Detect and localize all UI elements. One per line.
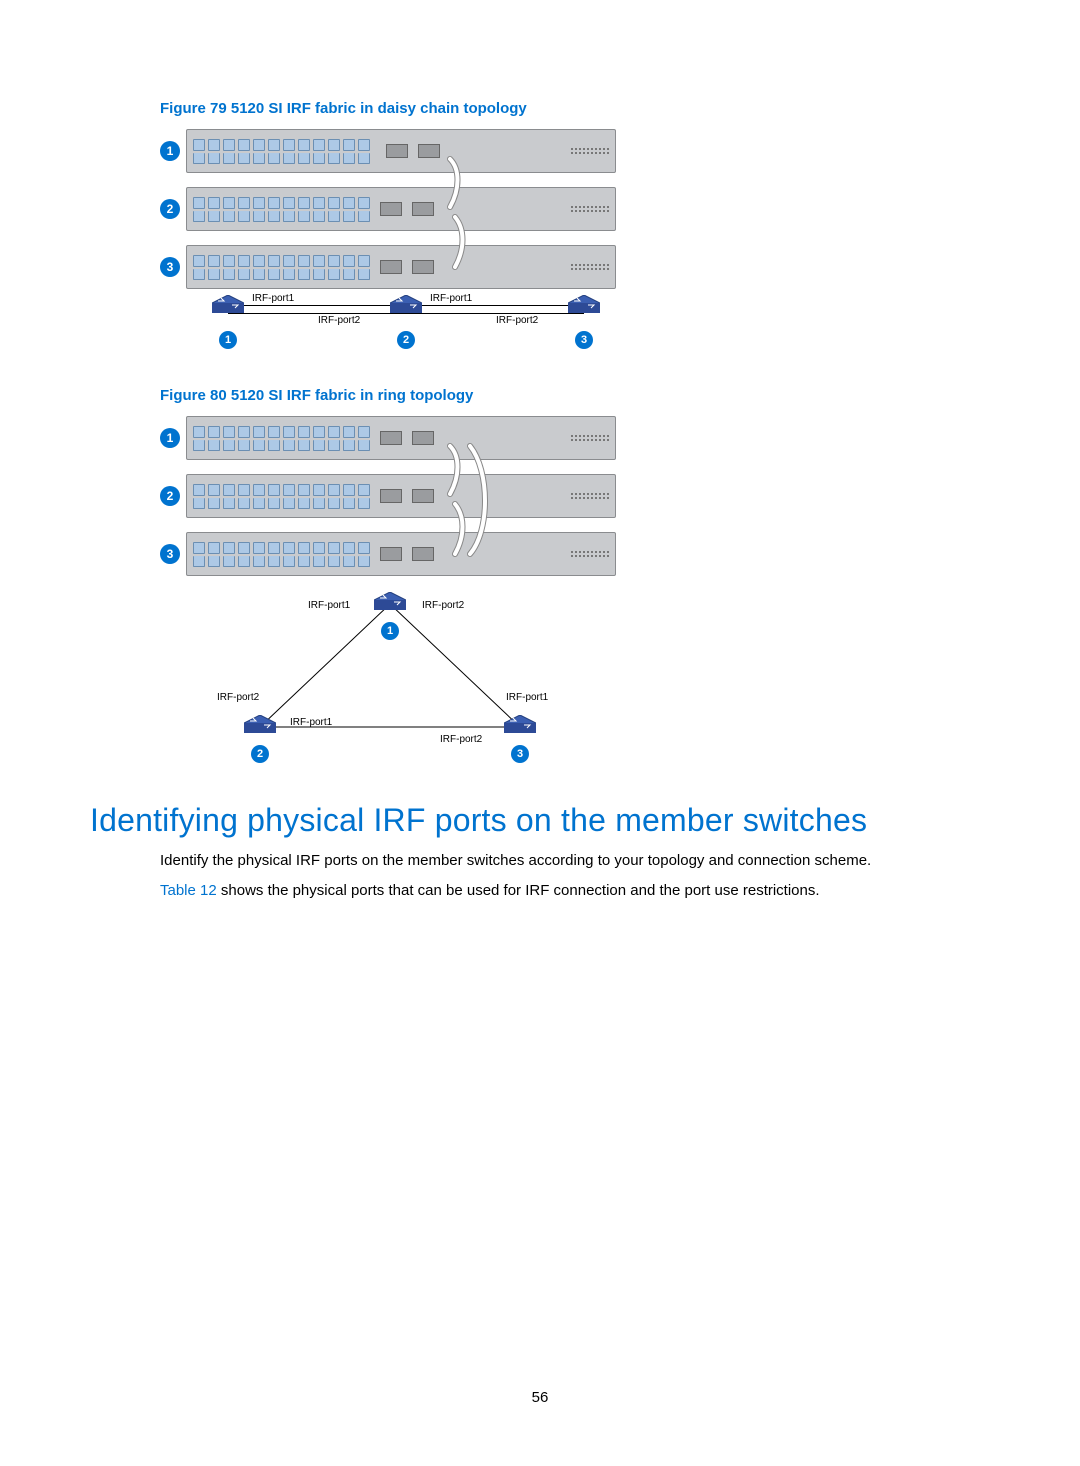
switch-device-icon	[186, 474, 616, 518]
figure79-topology: IRF-port1 IRF-port2 IRF-port1 IRF-port2 …	[160, 293, 620, 363]
irf-port-label: IRF-port2	[318, 315, 360, 326]
switch-device-icon: /*placeholder*/	[186, 129, 616, 173]
switch-node-icon	[244, 715, 276, 739]
figure79-node-badge-1: 1	[219, 331, 237, 349]
switch-device-icon	[186, 416, 616, 460]
figure80-ring-topology: IRF-port1 IRF-port2 IRF-port2 IRF-port1 …	[160, 582, 620, 772]
figure79-stack: 1 /*placeholder*/ 2	[160, 129, 990, 289]
figure80-stack: 1 2 3	[160, 416, 990, 576]
irf-port-label: IRF-port1	[308, 600, 350, 611]
figure80-switch-row-1: 1	[160, 416, 990, 460]
irf-port-label: IRF-port2	[440, 734, 482, 745]
figure79-stack-badge-1: 1	[160, 141, 180, 161]
figure80-caption: Figure 80 5120 SI IRF fabric in ring top…	[160, 387, 990, 404]
irf-port-label: IRF-port1	[290, 717, 332, 728]
switch-node-icon	[504, 715, 536, 739]
figure80: 1 2 3	[160, 416, 990, 772]
figure80-stack-badge-3: 3	[160, 544, 180, 564]
section-heading: Identifying physical IRF ports on the me…	[90, 802, 990, 839]
irf-port-label: IRF-port2	[217, 692, 259, 703]
section-para1: Identify the physical IRF ports on the m…	[160, 851, 990, 871]
switch-device-icon	[186, 245, 616, 289]
page-number: 56	[0, 1389, 1080, 1406]
switch-node-icon	[568, 295, 600, 319]
figure79-switch-row-3: 3	[160, 245, 990, 289]
switch-node-icon	[390, 295, 422, 319]
figure80-node-badge-3: 3	[511, 745, 529, 763]
figure80-stack-badge-2: 2	[160, 486, 180, 506]
switch-node-icon	[374, 592, 406, 616]
switch-device-icon	[186, 187, 616, 231]
switch-node-icon	[212, 295, 244, 319]
figure79-node-badge-2: 2	[397, 331, 415, 349]
figure80-node-badge-2: 2	[251, 745, 269, 763]
figure80-switch-row-3: 3	[160, 532, 990, 576]
figure79-switch-row-2: 2	[160, 187, 990, 231]
section-para2: Table 12 shows the physical ports that c…	[160, 881, 990, 901]
figure79: 1 /*placeholder*/ 2	[160, 129, 990, 363]
switch-device-icon	[186, 532, 616, 576]
figure79-node-badge-3: 3	[575, 331, 593, 349]
section-para2-rest: shows the physical ports that can be use…	[217, 882, 820, 899]
irf-port-label: IRF-port2	[496, 315, 538, 326]
figure80-stack-badge-1: 1	[160, 428, 180, 448]
figure79-stack-badge-2: 2	[160, 199, 180, 219]
figure80-node-badge-1: 1	[381, 622, 399, 640]
table-12-link[interactable]: Table 12	[160, 882, 217, 899]
irf-port-label: IRF-port1	[506, 692, 548, 703]
irf-port-label: IRF-port1	[252, 293, 294, 304]
figure79-switch-row-1: 1 /*placeholder*/	[160, 129, 990, 173]
irf-port-label: IRF-port1	[430, 293, 472, 304]
figure79-caption: Figure 79 5120 SI IRF fabric in daisy ch…	[160, 100, 990, 117]
figure80-switch-row-2: 2	[160, 474, 990, 518]
irf-port-label: IRF-port2	[422, 600, 464, 611]
figure79-stack-badge-3: 3	[160, 257, 180, 277]
